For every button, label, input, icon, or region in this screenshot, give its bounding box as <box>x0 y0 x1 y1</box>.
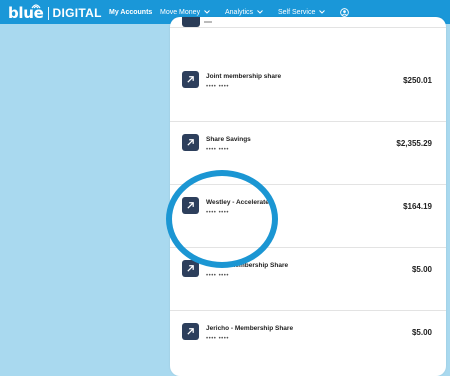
accounts-panel: Joint membership share •••• •••• $250.01… <box>170 17 446 376</box>
masked-account-number: •••• •••• <box>206 84 229 90</box>
account-arrow-icon[interactable] <box>182 17 200 27</box>
nav-item-label: Analytics <box>225 8 254 16</box>
masked-account-number: •••• •••• <box>206 147 229 153</box>
account-row[interactable]: Share Savings •••• •••• $2,355.29 <box>170 122 446 185</box>
account-balance: $164.19 <box>403 202 432 211</box>
nav-item-label: Self Service <box>278 8 316 16</box>
account-balance: $5.00 <box>411 265 432 274</box>
arrow-up-right-icon[interactable] <box>182 71 199 88</box>
account-name: - Membership Share <box>226 262 289 269</box>
chevron-down-icon <box>204 10 210 14</box>
nav-item-label: My Accounts <box>109 8 153 16</box>
brand-product: DIGITAL <box>52 6 102 20</box>
masked-account-number: •••• •••• <box>206 210 229 216</box>
chevron-down-icon <box>257 10 263 14</box>
user-icon <box>340 7 349 17</box>
divider <box>170 27 446 28</box>
arrow-up-right-icon[interactable] <box>182 134 199 151</box>
account-balance: $2,355.29 <box>396 139 432 148</box>
masked-account-number <box>204 21 212 23</box>
chevron-down-icon <box>319 10 326 14</box>
arrow-up-right-icon[interactable] <box>182 197 199 214</box>
wifi-waves-icon <box>31 4 41 9</box>
account-balance: $250.01 <box>403 76 432 85</box>
account-row[interactable]: Westley - Accelerate •••• •••• $164.19 <box>170 185 446 248</box>
account-row[interactable]: Joint membership share •••• •••• $250.01 <box>170 59 446 122</box>
brand-divider <box>47 6 49 20</box>
account-balance: $5.00 <box>411 328 432 337</box>
account-row[interactable]: - Membership Share •••• •••• $5.00 <box>170 248 446 311</box>
masked-account-number: •••• •••• <box>206 336 229 342</box>
account-name: Share Savings <box>206 136 251 143</box>
arrow-up-right-icon[interactable] <box>182 323 199 340</box>
account-row[interactable]: Jericho - Membership Share •••• •••• $5.… <box>170 311 446 374</box>
masked-account-number: •••• •••• <box>206 273 229 279</box>
account-name: Westley - Accelerate <box>206 199 269 206</box>
brand-logo[interactable]: blue DIGITAL <box>8 4 102 22</box>
arrow-up-right-icon[interactable] <box>182 260 199 277</box>
nav-my-accounts[interactable]: My Accounts <box>109 0 152 24</box>
nav-item-label: Move Money <box>160 8 201 16</box>
account-name: Joint membership share <box>206 73 282 80</box>
account-name: Jericho - Membership Share <box>206 325 294 332</box>
